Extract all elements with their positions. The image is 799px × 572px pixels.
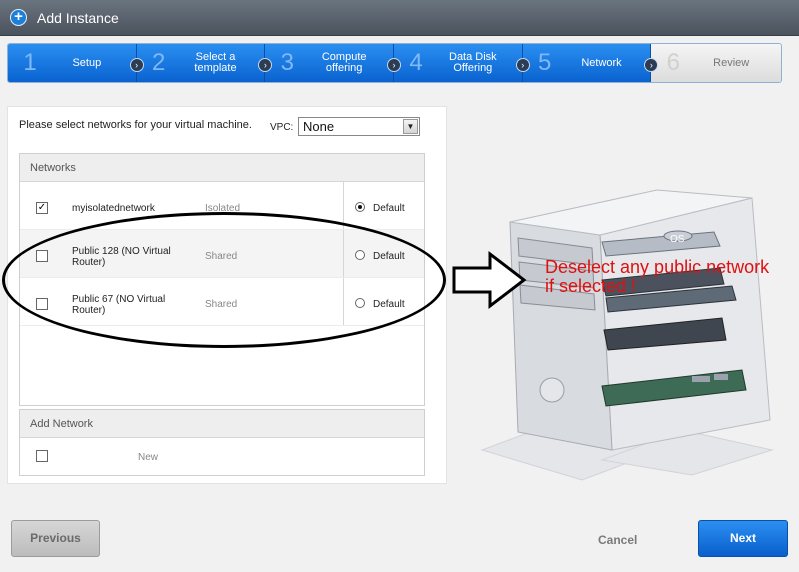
- networks-box: Networks ✓ myisolatednetwork Isolated De…: [19, 153, 425, 406]
- default-radio[interactable]: [355, 250, 365, 260]
- vpc-label: VPC:: [270, 122, 294, 133]
- network-prompt: Please select networks for your virtual …: [19, 119, 252, 131]
- network-type: Shared: [205, 299, 238, 310]
- network-checkbox[interactable]: [36, 298, 48, 310]
- step-compute-offering[interactable]: 3 Compute offering ›: [265, 44, 402, 82]
- computer-tower-illustration: OS: [452, 189, 774, 481]
- vpc-select[interactable]: None ▼: [298, 117, 420, 136]
- window-title: Add Instance: [37, 9, 119, 26]
- default-radio[interactable]: [355, 202, 365, 212]
- new-network-label: New: [138, 452, 159, 463]
- step-label: Network: [581, 56, 622, 69]
- chevron-right-icon: ›: [515, 58, 530, 72]
- step-label: Review: [713, 56, 750, 69]
- default-column: Default: [343, 278, 425, 325]
- network-name: myisolatednetwork: [72, 203, 155, 214]
- network-checkbox[interactable]: [36, 250, 48, 262]
- network-type: Shared: [205, 251, 238, 262]
- step-select-template[interactable]: 2 Select a template ›: [136, 44, 273, 82]
- chevron-right-icon: ›: [387, 58, 402, 72]
- dropdown-arrow-icon[interactable]: ▼: [403, 119, 418, 134]
- network-row: ✓ myisolatednetwork Isolated Default: [20, 182, 424, 230]
- network-panel: Please select networks for your virtual …: [7, 106, 447, 484]
- new-network-row: New: [20, 438, 424, 474]
- vpc-value: None: [303, 119, 335, 134]
- network-name: Public 67 (NO Virtual Router): [72, 294, 166, 316]
- step-network[interactable]: 5 Network ›: [522, 44, 659, 82]
- add-network-header: Add Network: [20, 410, 424, 438]
- network-row: Public 128 (NO Virtual Router) Shared De…: [20, 230, 424, 278]
- step-number: 3: [280, 49, 295, 76]
- network-checkbox[interactable]: ✓: [36, 202, 48, 214]
- default-radio[interactable]: [355, 298, 365, 308]
- default-label: Default: [373, 203, 405, 214]
- title-bar: + Add Instance: [0, 0, 799, 36]
- default-column: Default: [343, 230, 425, 277]
- step-number: 1: [23, 49, 37, 76]
- step-data-disk-offering[interactable]: 4 Data Disk Offering ›: [394, 44, 530, 82]
- step-label: Data Disk Offering: [449, 51, 497, 74]
- os-label: OS: [670, 234, 685, 245]
- wizard-steps: 1 Setup › 2 Select a template › 3 Comput…: [7, 43, 782, 83]
- network-name: Public 128 (NO Virtual Router): [72, 246, 171, 268]
- network-row: Public 67 (NO Virtual Router) Shared Def…: [20, 278, 424, 326]
- cancel-button[interactable]: Cancel: [598, 533, 637, 547]
- previous-button[interactable]: Previous: [11, 520, 100, 557]
- step-setup[interactable]: 1 Setup ›: [8, 44, 144, 82]
- step-label: Select a template: [194, 51, 237, 74]
- add-network-box: Add Network New: [19, 409, 425, 476]
- step-label: Compute offering: [321, 51, 367, 74]
- default-label: Default: [373, 299, 405, 310]
- annotation-text: Deselect any public network if selected …: [545, 257, 770, 296]
- default-column: Default: [343, 182, 425, 229]
- step-review[interactable]: 6 Review: [651, 44, 781, 82]
- next-button[interactable]: Next: [698, 520, 788, 557]
- new-network-checkbox[interactable]: [36, 450, 48, 462]
- network-type: Isolated: [205, 203, 241, 214]
- networks-header: Networks: [20, 154, 424, 182]
- step-label: Setup: [72, 56, 102, 69]
- step-number: 6: [666, 49, 681, 76]
- default-label: Default: [373, 251, 405, 262]
- plus-circle-icon: +: [10, 9, 27, 26]
- chevron-right-icon: ›: [129, 58, 144, 72]
